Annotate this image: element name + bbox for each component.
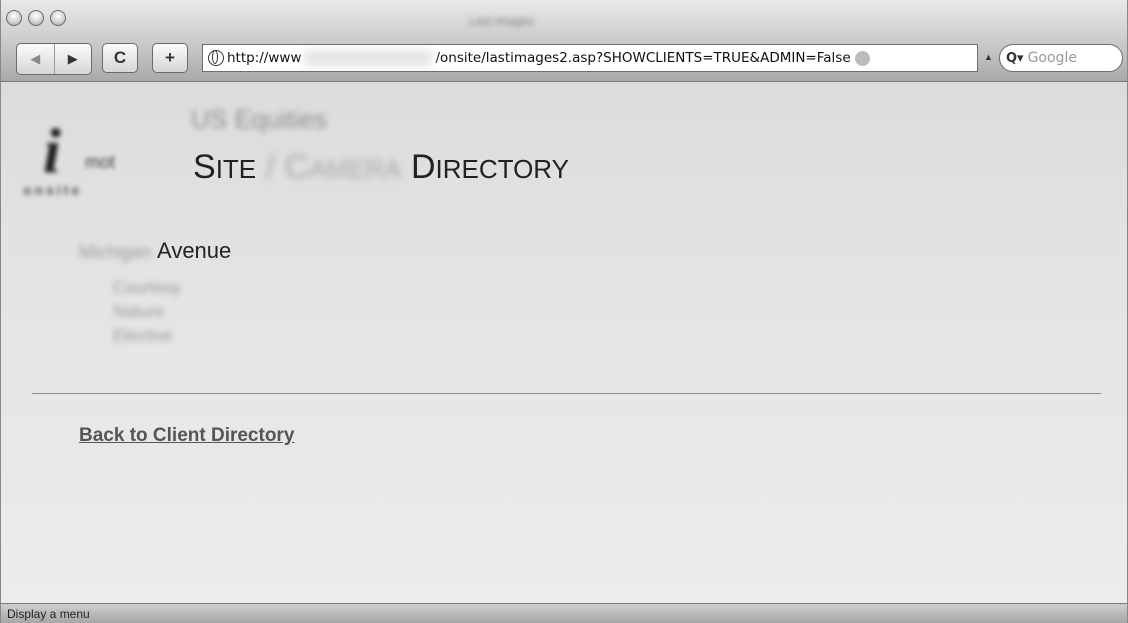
status-bar: Display a menu: [0, 603, 1128, 623]
reload-url-icon[interactable]: [854, 50, 870, 66]
browser-window: Last Images ◀ ▶ C + http://www /onsite/l…: [0, 0, 1128, 623]
window-title: Last Images: [469, 14, 535, 28]
plus-icon: +: [165, 48, 175, 67]
browser-toolbar: Last Images ◀ ▶ C + http://www /onsite/l…: [0, 0, 1128, 82]
page-content: i mot onsite US Equities SITE / CAMERA D…: [0, 82, 1128, 603]
camera-link[interactable]: Elective: [113, 324, 181, 348]
reload-icon: C: [113, 48, 127, 67]
snapback-icon[interactable]: ▲: [984, 52, 993, 62]
forward-button[interactable]: ▶: [53, 44, 92, 74]
title-camera-text: CAMERA: [284, 148, 402, 186]
title-site: SITE: [193, 148, 256, 186]
zoom-window-button[interactable]: [50, 10, 66, 26]
back-button[interactable]: ◀: [17, 44, 54, 74]
site-name-text: Avenue: [157, 238, 232, 263]
title-directory-text: DIRECTORY: [410, 148, 569, 186]
title-site-text: SITE: [193, 148, 257, 186]
title-directory: DIRECTORY: [411, 148, 569, 186]
client-name: US Equities: [191, 104, 327, 134]
company-logo: i mot onsite: [23, 104, 158, 206]
title-camera: / CAMERA: [266, 148, 402, 187]
camera-link[interactable]: Courtesy: [113, 276, 181, 300]
search-icon[interactable]: Q▾: [1006, 51, 1024, 66]
window-controls: [6, 10, 66, 26]
divider: [32, 393, 1101, 394]
close-window-button[interactable]: [6, 10, 22, 26]
back-to-client-directory-link[interactable]: Back to Client Directory: [79, 425, 294, 447]
camera-link[interactable]: Nature: [113, 300, 181, 324]
url-prefix: http://www: [227, 50, 302, 66]
page-title: SITE / CAMERA DIRECTORY: [193, 148, 569, 187]
site-name-redacted: Michigan: [79, 242, 152, 262]
address-bar[interactable]: http://www /onsite/lastimages2.asp?SHOWC…: [202, 44, 978, 72]
camera-list: Courtesy Nature Elective: [113, 276, 181, 348]
url-path: /onsite/lastimages2.asp?SHOWCLIENTS=TRUE…: [435, 50, 851, 66]
url-redacted: [304, 50, 433, 66]
back-arrow-icon: ◀: [30, 51, 41, 66]
back-forward-group: ◀ ▶: [16, 43, 92, 75]
forward-arrow-icon: ▶: [67, 51, 78, 66]
logo-subtext: onsite: [23, 182, 83, 198]
globe-icon: [208, 50, 224, 66]
search-field[interactable]: Q▾ Google: [999, 44, 1123, 72]
reload-button[interactable]: C: [102, 43, 138, 73]
minimize-window-button[interactable]: [28, 10, 44, 26]
site-name: Michigan Avenue: [79, 238, 231, 264]
logo-letter: i: [43, 115, 61, 186]
status-text: Display a menu: [7, 607, 90, 621]
add-bookmark-button[interactable]: +: [152, 43, 188, 73]
logo-small-text: mot: [85, 152, 116, 172]
search-placeholder: Google: [1027, 50, 1077, 66]
title-separator: /: [265, 148, 276, 186]
